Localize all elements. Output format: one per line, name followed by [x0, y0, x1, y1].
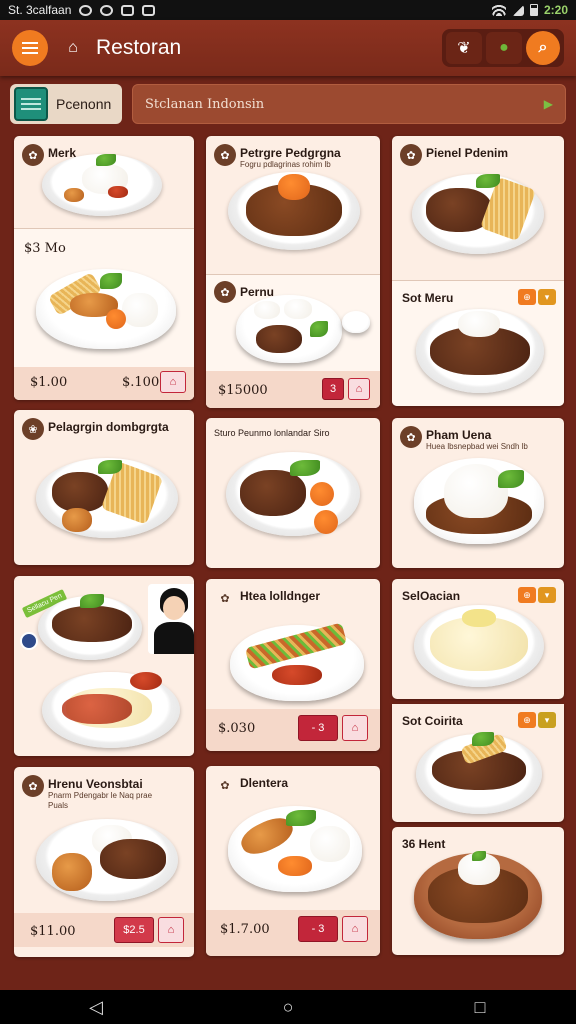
- card-title: 36 Hent: [402, 837, 446, 851]
- search-row: Pcenonn Stclanan Indonsin ▶: [10, 84, 566, 124]
- card-title: Hrenu Veonsbtai: [48, 777, 143, 791]
- menu-button[interactable]: [12, 30, 48, 66]
- dish-icon: ✿: [220, 592, 230, 605]
- price: $11.00: [30, 924, 76, 939]
- menu-grid: ✿ Merk $3 Mo $1.00 $.100 ⌂ ❀ Pelagrgin d…: [0, 130, 576, 990]
- card-title: Sturo Peunmo lonlandar Siro: [214, 428, 330, 438]
- qty-button[interactable]: - 3: [298, 715, 338, 741]
- dish-icon: ✿: [220, 779, 230, 792]
- filter-badge-icon[interactable]: ▾: [538, 712, 556, 728]
- search-go-icon[interactable]: ▶: [544, 97, 553, 111]
- search-icon[interactable]: ⌕: [526, 31, 560, 65]
- card-subtitle: Pnarm Pdengabr le Naq prae: [48, 791, 153, 800]
- status-left-text: St. 3calfaan: [8, 3, 72, 17]
- list-icon: [14, 87, 48, 121]
- menu-card[interactable]: ✿ Petrgre Pedgrgna Fogru pdlagrinas rohi…: [206, 136, 380, 408]
- bag-icon[interactable]: ⌂: [342, 715, 368, 741]
- brand-logo: [20, 632, 38, 650]
- bag-icon[interactable]: ⌂: [158, 917, 184, 943]
- menu-card[interactable]: ✿ Merk $3 Mo $1.00 $.100 ⌂: [14, 136, 194, 400]
- card-title: Htea lolldnger: [240, 589, 321, 603]
- calendar-icon: [142, 4, 156, 16]
- veg-icon[interactable]: ●: [486, 32, 522, 64]
- card-title: Pham Uena: [426, 428, 492, 442]
- menu-card[interactable]: Sturo Peunmo lonlandar Siro: [206, 418, 380, 568]
- app-bar: ⌂ Restoran ❦ ● ⌕: [0, 20, 576, 76]
- app-title: Restoran: [96, 36, 182, 59]
- menu-card[interactable]: 36 Hent: [392, 827, 564, 955]
- dish-icon: ✿: [22, 144, 44, 166]
- notification-icon: [79, 4, 93, 16]
- sync-icon: [100, 4, 114, 16]
- home-nav-icon[interactable]: ○: [268, 997, 308, 1018]
- price: $15000: [218, 383, 268, 398]
- search-input[interactable]: Stclanan Indonsin ▶: [132, 84, 566, 124]
- card-title: Sot Coirita: [402, 714, 463, 728]
- leaf-icon[interactable]: ❦: [446, 32, 482, 64]
- dish-icon: ❀: [22, 418, 44, 440]
- menu-card[interactable]: ✿ Dlentera $1.7.00 - 3 ⌂: [206, 766, 380, 956]
- bag-icon[interactable]: ⌂: [348, 378, 370, 400]
- price: $1.7.00: [220, 922, 270, 937]
- cart-badge-icon[interactable]: ⊕: [518, 712, 536, 728]
- category-selector[interactable]: Pcenonn: [10, 84, 122, 124]
- back-icon[interactable]: ◁: [76, 997, 116, 1018]
- card-subtitle: Huea lbsnepbad wei Sndh lb: [426, 442, 528, 451]
- image-icon: [121, 4, 135, 16]
- action-group: ❦ ● ⌕: [442, 29, 564, 67]
- dish-icon: ✿: [214, 144, 236, 166]
- price: $.030: [218, 721, 256, 736]
- clock: 2:20: [543, 3, 568, 17]
- avatar: [148, 584, 194, 654]
- bag-icon[interactable]: ⌂: [342, 916, 368, 942]
- price-button[interactable]: $2.5: [114, 917, 154, 943]
- card-title: Pelagrgin dombgrgta: [48, 420, 169, 434]
- menu-card[interactable]: ✿ Hrenu Veonsbtai Pnarm Pdengabr le Naq …: [14, 767, 194, 957]
- menu-card[interactable]: ✿ Pienel Pdenim Sot Meru ⊕ ▾: [392, 136, 564, 406]
- card-title: Petrgre Pedgrgna: [240, 146, 341, 160]
- card-subtitle: $3 Mo: [24, 241, 66, 256]
- bag-icon[interactable]: ⌂: [160, 371, 186, 393]
- price-secondary: $.100: [122, 375, 160, 390]
- signal-icon: [511, 4, 524, 16]
- card-subtitle: Sot Meru: [402, 291, 454, 305]
- dish-icon: ✿: [400, 144, 422, 166]
- wifi-icon: [491, 4, 506, 16]
- dish-icon: ✿: [400, 426, 422, 448]
- card-title: Pienel Pdenim: [426, 146, 509, 160]
- system-nav-bar: ◁ ○ □: [0, 990, 576, 1024]
- category-label: Pcenonn: [56, 96, 112, 112]
- cart-badge-icon[interactable]: ⊕: [518, 289, 536, 305]
- dish-icon: ✿: [22, 775, 44, 797]
- cart-badge-icon[interactable]: ⊕: [518, 587, 536, 603]
- card-title: SelOacian: [402, 589, 461, 603]
- price: $1.00: [30, 375, 68, 390]
- home-icon[interactable]: ⌂: [64, 39, 82, 57]
- filter-badge-icon[interactable]: ▾: [538, 587, 556, 603]
- card-subtitle-2: Puals: [48, 801, 69, 810]
- battery-icon: [529, 4, 538, 16]
- card-subtitle: Fogru pdlagrinas rohim lb: [240, 160, 331, 169]
- recents-icon[interactable]: □: [460, 997, 500, 1018]
- qty-button[interactable]: - 3: [298, 916, 338, 942]
- filter-badge-icon[interactable]: ▾: [538, 289, 556, 305]
- search-query: Stclanan Indonsin: [145, 96, 265, 112]
- status-bar: St. 3calfaan 2:20: [0, 0, 576, 20]
- qty-button[interactable]: 3: [322, 378, 344, 400]
- menu-card[interactable]: Sellacu Pen: [14, 576, 194, 756]
- menu-card[interactable]: SelOacian ⊕ ▾: [392, 579, 564, 699]
- menu-card[interactable]: ❀ Pelagrgin dombgrgta: [14, 410, 194, 565]
- menu-card[interactable]: ✿ Htea lolldnger $.030 - 3 ⌂: [206, 579, 380, 751]
- card-title: Dlentera: [240, 776, 289, 790]
- menu-card[interactable]: ✿ Pham Uena Huea lbsnepbad wei Sndh lb: [392, 418, 564, 568]
- dish-icon: ✿: [214, 281, 236, 303]
- menu-card[interactable]: Sot Coirita ⊕ ▾: [392, 704, 564, 822]
